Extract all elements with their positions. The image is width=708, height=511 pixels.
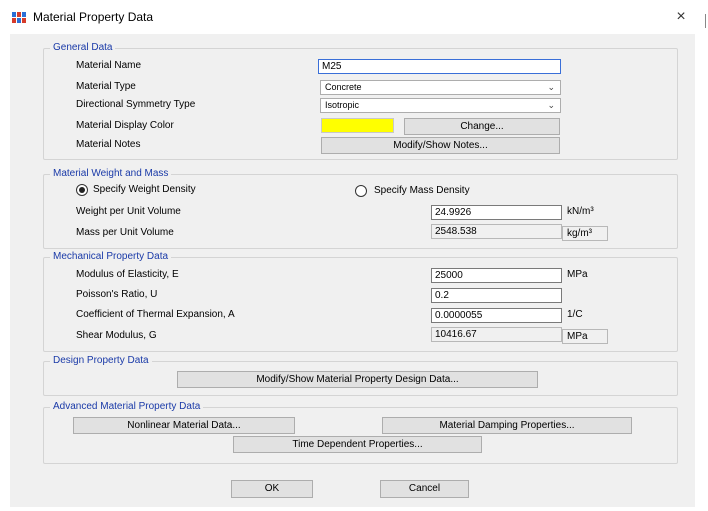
thermal-expansion-input[interactable]: 0.0000055 bbox=[431, 308, 562, 323]
shear-unit: MPa bbox=[562, 329, 608, 344]
chevron-down-icon: ⌄ bbox=[547, 100, 555, 110]
mechanical-data-title: Mechanical Property Data bbox=[50, 251, 172, 263]
chevron-down-icon: ⌄ bbox=[547, 82, 555, 92]
shear-modulus-label: Shear Modulus, G bbox=[76, 330, 157, 341]
elasticity-unit: MPa bbox=[567, 269, 588, 280]
weight-per-volume-label: Weight per Unit Volume bbox=[76, 206, 181, 217]
thermal-expansion-label: Coefficient of Thermal Expansion, A bbox=[76, 309, 235, 320]
material-type-select[interactable]: Concrete ⌄ bbox=[320, 80, 561, 95]
material-damping-button[interactable]: Material Damping Properties... bbox=[382, 417, 632, 434]
nonlinear-material-button[interactable]: Nonlinear Material Data... bbox=[73, 417, 295, 434]
poisson-input[interactable]: 0.2 bbox=[431, 288, 562, 303]
modify-notes-button[interactable]: Modify/Show Notes... bbox=[321, 137, 560, 154]
cancel-button[interactable]: Cancel bbox=[380, 480, 469, 498]
weight-density-option-label[interactable]: Specify Weight Density bbox=[93, 184, 196, 195]
weight-density-radio[interactable] bbox=[76, 184, 88, 196]
mass-density-radio[interactable] bbox=[355, 185, 367, 197]
material-type-label: Material Type bbox=[76, 81, 136, 92]
close-button[interactable]: × bbox=[668, 6, 694, 28]
mass-unit: kg/m³ bbox=[562, 226, 608, 241]
material-name-label: Material Name bbox=[76, 60, 142, 71]
weight-per-volume-input[interactable]: 24.9926 bbox=[431, 205, 562, 220]
weight-unit: kN/m³ bbox=[567, 206, 594, 217]
symmetry-value: Isotropic bbox=[325, 100, 360, 110]
general-data-title: General Data bbox=[50, 42, 116, 54]
material-type-value: Concrete bbox=[325, 82, 362, 92]
advanced-data-title: Advanced Material Property Data bbox=[50, 401, 204, 413]
weight-mass-title: Material Weight and Mass bbox=[50, 168, 172, 180]
display-color-swatch bbox=[321, 118, 394, 133]
design-data-button[interactable]: Modify/Show Material Property Design Dat… bbox=[177, 371, 538, 388]
app-icon bbox=[12, 12, 26, 23]
window-edge bbox=[705, 14, 706, 28]
window-title: Material Property Data bbox=[33, 10, 154, 24]
dialog-body: General Data Material Name M25 Material … bbox=[10, 34, 695, 507]
symmetry-label: Directional Symmetry Type bbox=[76, 99, 196, 110]
elasticity-label: Modulus of Elasticity, E bbox=[76, 269, 179, 280]
poisson-label: Poisson's Ratio, U bbox=[76, 289, 158, 300]
material-name-input[interactable]: M25 bbox=[318, 59, 561, 74]
design-data-title: Design Property Data bbox=[50, 355, 152, 367]
elasticity-input[interactable]: 25000 bbox=[431, 268, 562, 283]
mass-density-option-label[interactable]: Specify Mass Density bbox=[374, 185, 470, 196]
change-color-button[interactable]: Change... bbox=[404, 118, 560, 135]
mass-per-volume-value: 2548.538 bbox=[431, 224, 562, 239]
symmetry-select[interactable]: Isotropic ⌄ bbox=[320, 98, 561, 113]
thermal-unit: 1/C bbox=[567, 309, 583, 320]
material-notes-label: Material Notes bbox=[76, 139, 141, 150]
mass-per-volume-label: Mass per Unit Volume bbox=[76, 227, 174, 238]
time-dependent-button[interactable]: Time Dependent Properties... bbox=[233, 436, 482, 453]
title-bar: Material Property Data × bbox=[0, 0, 708, 34]
shear-modulus-value: 10416.67 bbox=[431, 327, 562, 342]
display-color-label: Material Display Color bbox=[76, 120, 174, 131]
ok-button[interactable]: OK bbox=[231, 480, 313, 498]
